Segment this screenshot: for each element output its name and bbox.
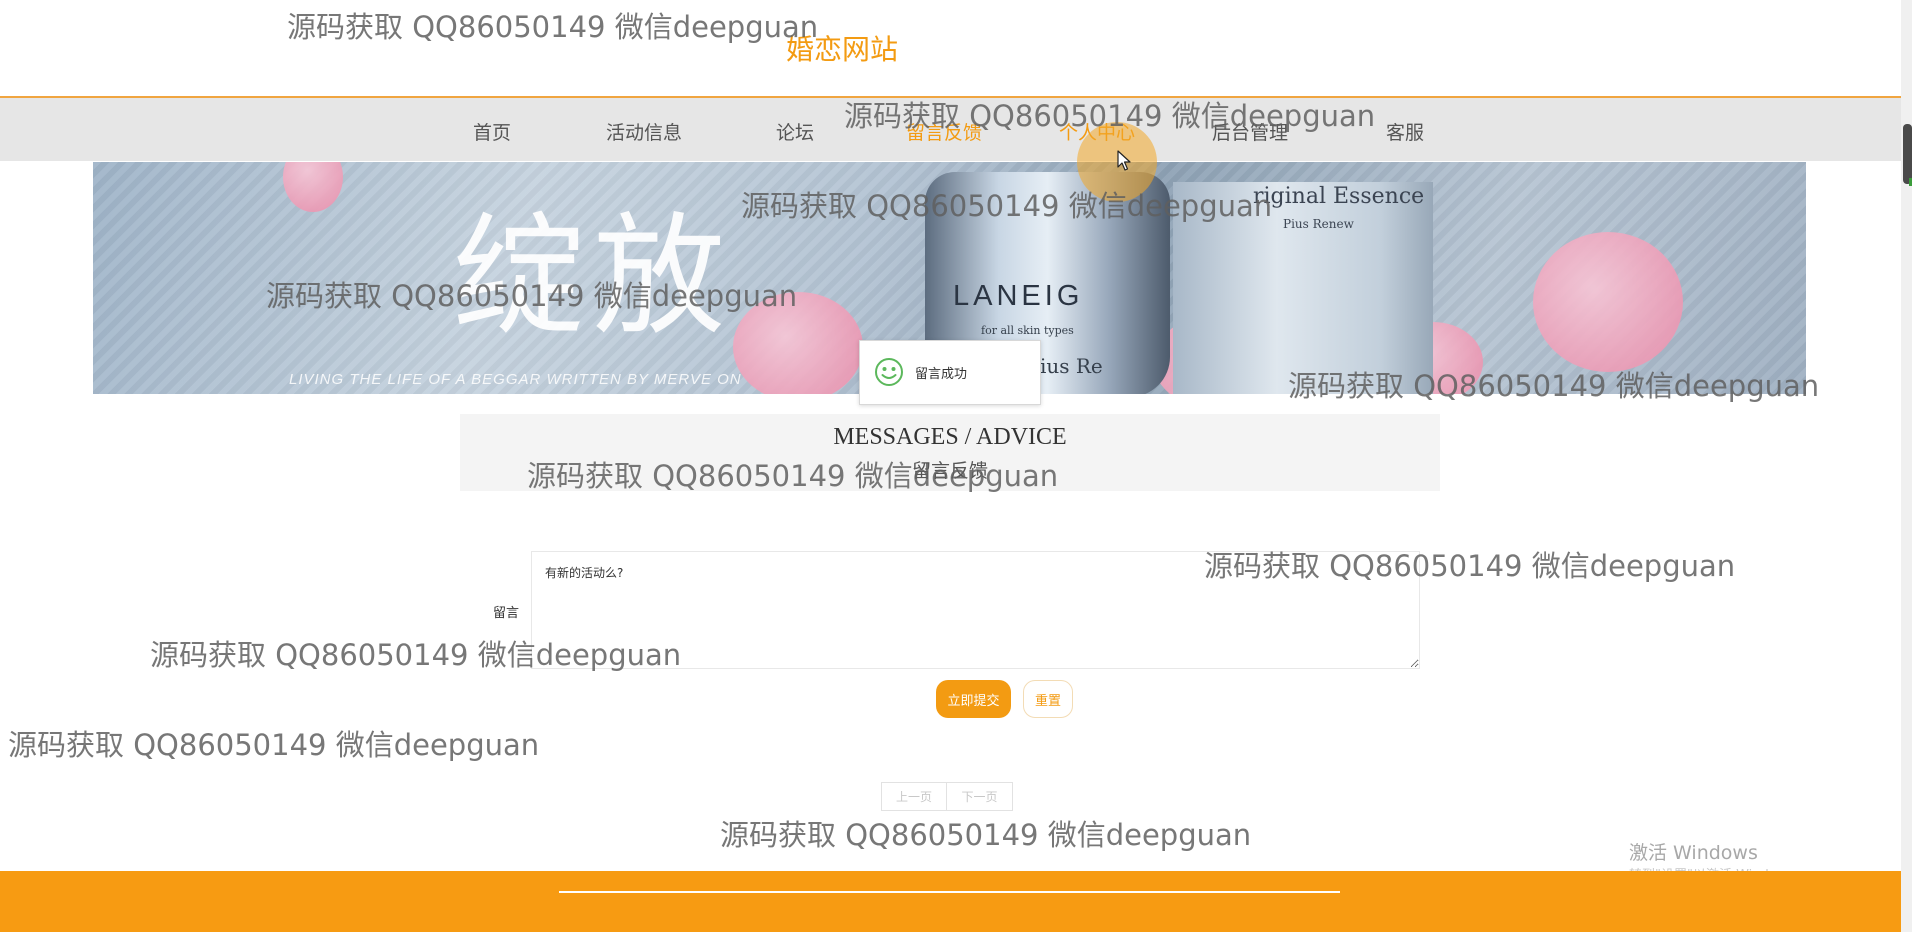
page-scrollbar[interactable] (1901, 0, 1912, 932)
jar-sublabel: for all skin types (981, 324, 1074, 337)
pagination: 上一页 下一页 (881, 782, 1013, 811)
bottle-sublabel: Pius Renew (1283, 217, 1354, 231)
petal-decoration (733, 292, 863, 394)
success-toast: 留言成功 (859, 340, 1041, 405)
banner-headline: 绽放 (453, 200, 733, 354)
nav-item-forum[interactable]: 论坛 (776, 118, 814, 145)
bottle-label: riginal Essence (1253, 184, 1425, 209)
footer (0, 871, 1901, 932)
message-textarea[interactable]: 有新的活动么? (531, 551, 1420, 669)
watermark-text: 源码获取 QQ86050149 微信deepguan (720, 818, 1252, 852)
nav-item-feedback[interactable]: 留言反馈 (906, 118, 982, 145)
mouse-pointer-icon (1117, 150, 1131, 171)
next-page-button[interactable]: 下一页 (947, 782, 1013, 811)
message-label: 留言 (493, 606, 520, 621)
smile-icon (875, 358, 903, 386)
windows-activation-title: 激活 Windows (1629, 842, 1758, 864)
scrollbar-thumb[interactable] (1903, 124, 1912, 184)
banner-tagline: LIVING THE LIFE OF A BEGGAR WRITTEN BY M… (289, 371, 742, 388)
footer-divider (559, 891, 1340, 893)
site-title: 婚恋网站 (786, 33, 899, 66)
petal-decoration (1533, 232, 1683, 372)
main-nav: 首页 活动信息 论坛 留言反馈 个人中心 后台管理 客服 (0, 98, 1901, 161)
watermark-text: 源码获取 QQ86050149 微信deepguan (8, 728, 540, 762)
section-title-en: MESSAGES / ADVICE (833, 424, 1067, 450)
section-title-cn: 留言反馈 (911, 460, 988, 482)
product-bottle (1173, 182, 1433, 394)
prev-page-button[interactable]: 上一页 (881, 782, 947, 811)
section-header: MESSAGES / ADVICE 留言反馈 (460, 414, 1440, 491)
nav-item-home[interactable]: 首页 (473, 118, 511, 145)
toast-message: 留言成功 (915, 367, 968, 382)
submit-button[interactable]: 立即提交 (936, 680, 1011, 718)
nav-item-service[interactable]: 客服 (1386, 118, 1424, 145)
jar-brand: LANEIG (953, 280, 1084, 312)
nav-item-activities[interactable]: 活动信息 (606, 118, 682, 145)
reset-button[interactable]: 重置 (1023, 680, 1073, 718)
nav-item-admin[interactable]: 后台管理 (1212, 118, 1288, 145)
watermark-text: 源码获取 QQ86050149 微信deepguan (287, 10, 819, 44)
